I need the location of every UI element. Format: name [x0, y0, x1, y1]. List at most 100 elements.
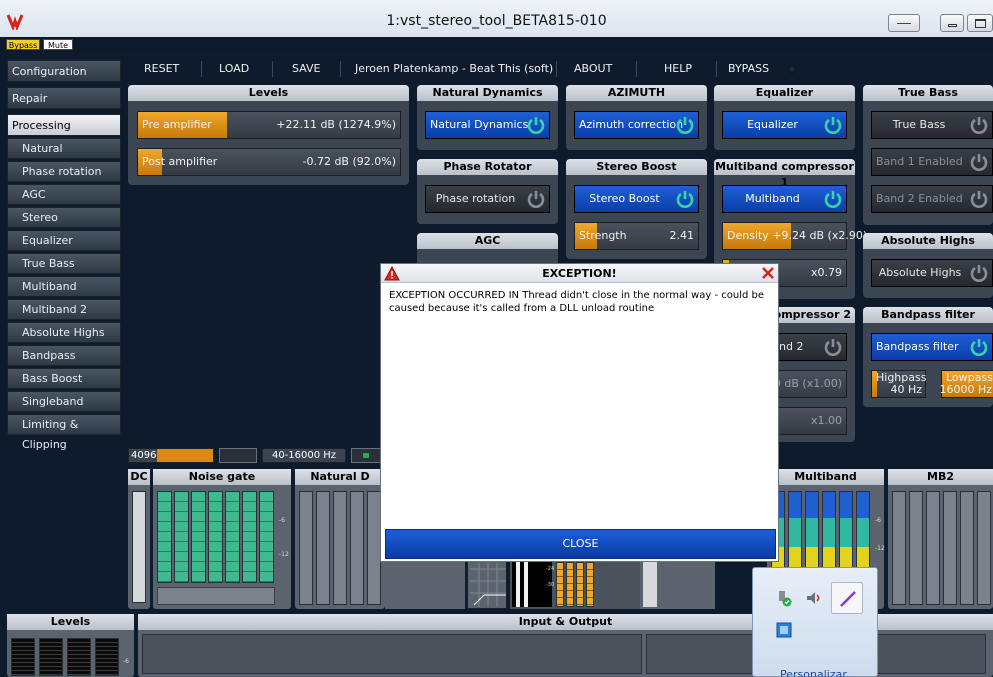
- mute-toggle[interactable]: Mute: [43, 39, 73, 50]
- dc-meter-panel: DC: [128, 469, 150, 609]
- close-icon[interactable]: [760, 265, 776, 281]
- levels-title: Levels: [128, 85, 409, 101]
- exception-dialog-header: EXCEPTION!: [381, 264, 778, 283]
- sidebar-item-absolute-highs[interactable]: Absolute Highs: [7, 322, 121, 343]
- preset-name[interactable]: Jeroen Platenkamp - Beat This (soft): [355, 62, 553, 75]
- power-on-icon: [970, 339, 988, 356]
- bypass-indicator-icon: [788, 65, 796, 73]
- sidebar-item-agc[interactable]: AGC: [7, 184, 121, 205]
- mb2-meter-bar: [909, 491, 923, 605]
- absolute-highs-title: Absolute Highs: [863, 233, 993, 249]
- bottom-levels-title: Levels: [7, 614, 134, 630]
- network-icon[interactable]: [775, 621, 793, 639]
- close-button[interactable]: CLOSE: [385, 529, 776, 559]
- phase-rotator-title: Phase Rotator: [417, 159, 558, 175]
- meter-light-bar: [643, 562, 657, 607]
- sidebar-item-equalizer[interactable]: Equalizer: [7, 230, 121, 251]
- noise-gate-meter-title: Noise gate: [153, 469, 291, 485]
- highpass-slider[interactable]: Highpass 40 Hz: [871, 370, 926, 398]
- bypass-menu-button[interactable]: BYPASS: [728, 62, 769, 75]
- multiband-compressor-1-title: Multiband compressor 1: [714, 159, 855, 189]
- noise-gate-tick-12: -12: [279, 551, 289, 558]
- natural-dynamics-meter-title: Natural D: [295, 469, 385, 485]
- sidebar-item-configuration[interactable]: Configuration: [7, 60, 121, 82]
- power-on-icon: [676, 117, 694, 134]
- band-1-label: Band 1 Enabled: [876, 155, 963, 168]
- menu-separator: [716, 61, 717, 77]
- reset-button[interactable]: RESET: [144, 62, 179, 75]
- speaker-icon[interactable]: [805, 589, 823, 607]
- density-label: Density +9.24 dB (x2.90): [727, 229, 868, 242]
- sidebar-item-processing[interactable]: Processing: [7, 114, 121, 136]
- noise-gate-meter-bar: [225, 491, 240, 583]
- lowpass-slider[interactable]: Lowpass 16000 Hz: [939, 370, 993, 398]
- stereo-boost-button[interactable]: Stereo Boost: [574, 185, 699, 213]
- bandpass-filter-label: Bandpass filter: [876, 340, 959, 353]
- post-amplifier-slider[interactable]: Post amplifier -0.72 dB (92.0%): [137, 148, 401, 176]
- sidebar-item-bass-boost[interactable]: Bass Boost: [7, 368, 121, 389]
- pre-amplifier-slider[interactable]: Pre amplifier +22.11 dB (1274.9%): [137, 111, 401, 139]
- bottom-levels-meter-bar: [67, 638, 91, 676]
- sidebar-item-repair[interactable]: Repair: [7, 87, 121, 109]
- bottom-levels-meter-bar: [11, 638, 35, 676]
- power-off-icon: [970, 117, 988, 134]
- phase-scope: [467, 560, 507, 609]
- sidebar-item-natural-dynamics[interactable]: Natural Dynamics: [7, 138, 121, 175]
- sidebar-item-multiband-2[interactable]: Multiband 2: [7, 299, 121, 320]
- equalizer-title: Equalizer: [714, 85, 855, 101]
- multiband-2-label: nd 2: [779, 340, 804, 353]
- noise-gate-slider[interactable]: [157, 587, 275, 605]
- absolute-highs-button[interactable]: Absolute Highs: [871, 259, 993, 287]
- sidebar-item-singleband[interactable]: Singleband: [7, 391, 121, 412]
- multiband-button[interactable]: Multiband: [722, 185, 847, 213]
- azimuth-correction-button[interactable]: Azimuth correction: [574, 111, 699, 139]
- sidebar-item-limiting-clipping[interactable]: Limiting & Clipping: [7, 414, 121, 451]
- help-button[interactable]: HELP: [664, 62, 692, 75]
- sidebar-item-bandpass[interactable]: Bandpass: [7, 345, 121, 366]
- noise-gate-meter-bar: [157, 491, 172, 583]
- equalizer-button[interactable]: Equalizer: [722, 111, 847, 139]
- minimize-button[interactable]: [940, 14, 964, 32]
- band-1-enabled-button[interactable]: Band 1 Enabled: [871, 148, 993, 176]
- minimize-all-button[interactable]: [888, 14, 920, 32]
- equalizer-label: Equalizer: [747, 118, 798, 131]
- load-button[interactable]: LOAD: [219, 62, 249, 75]
- sidebar-item-phase-rotation[interactable]: Phase rotation: [7, 161, 121, 182]
- bandpass-filter-button[interactable]: Bandpass filter: [871, 333, 993, 361]
- strength-slider[interactable]: Strength 2.41: [574, 222, 699, 250]
- bypass-toggle[interactable]: Bypass: [6, 39, 40, 50]
- sample-count-fill: [157, 449, 213, 462]
- usb-safe-remove-icon[interactable]: [775, 589, 793, 607]
- customize-link[interactable]: Personalizar...: [780, 668, 856, 677]
- meter-tick-24: -24: [546, 566, 555, 572]
- true-bass-button[interactable]: True Bass: [871, 111, 993, 139]
- density-slider[interactable]: Density +9.24 dB (x2.90): [722, 222, 867, 250]
- tray-selected-item[interactable]: [831, 582, 863, 614]
- multiband-tick-12: -12: [875, 545, 885, 552]
- band-2-enabled-button[interactable]: Band 2 Enabled: [871, 185, 993, 213]
- natural-dynamics-button[interactable]: Natural Dynamics: [425, 111, 550, 139]
- noise-gate-meter-bar: [259, 491, 274, 583]
- noise-gate-meter-bar: [174, 491, 189, 583]
- warning-icon: [384, 266, 400, 281]
- status-led-box: [351, 448, 381, 463]
- sidebar-item-multiband[interactable]: Multiband: [7, 276, 121, 297]
- natural-dynamics-meter-panel: Natural D: [295, 469, 385, 609]
- maximize-button[interactable]: [967, 14, 993, 32]
- about-button[interactable]: ABOUT: [574, 62, 612, 75]
- pre-amplifier-value: +22.11 dB (1274.9%): [276, 118, 396, 131]
- sidebar-item-true-bass[interactable]: True Bass: [7, 253, 121, 274]
- save-button[interactable]: SAVE: [292, 62, 320, 75]
- tray-popup: Personalizar...: [752, 567, 878, 677]
- noise-gate-meter-bar: [191, 491, 206, 583]
- phase-rotation-button[interactable]: Phase rotation: [425, 185, 550, 213]
- multiband-meter-title: Multiband: [767, 469, 884, 485]
- orange-meter-bar: [586, 562, 594, 607]
- mb2-meter-bar: [960, 491, 974, 605]
- phase-rotation-label: Phase rotation: [435, 192, 516, 205]
- power-off-icon: [970, 154, 988, 171]
- bottom-levels-meter-bar: [39, 638, 63, 676]
- azimuth-title: AZIMUTH: [566, 85, 707, 101]
- multiband-label: Multiband: [745, 192, 800, 205]
- sidebar-item-stereo[interactable]: Stereo: [7, 207, 121, 228]
